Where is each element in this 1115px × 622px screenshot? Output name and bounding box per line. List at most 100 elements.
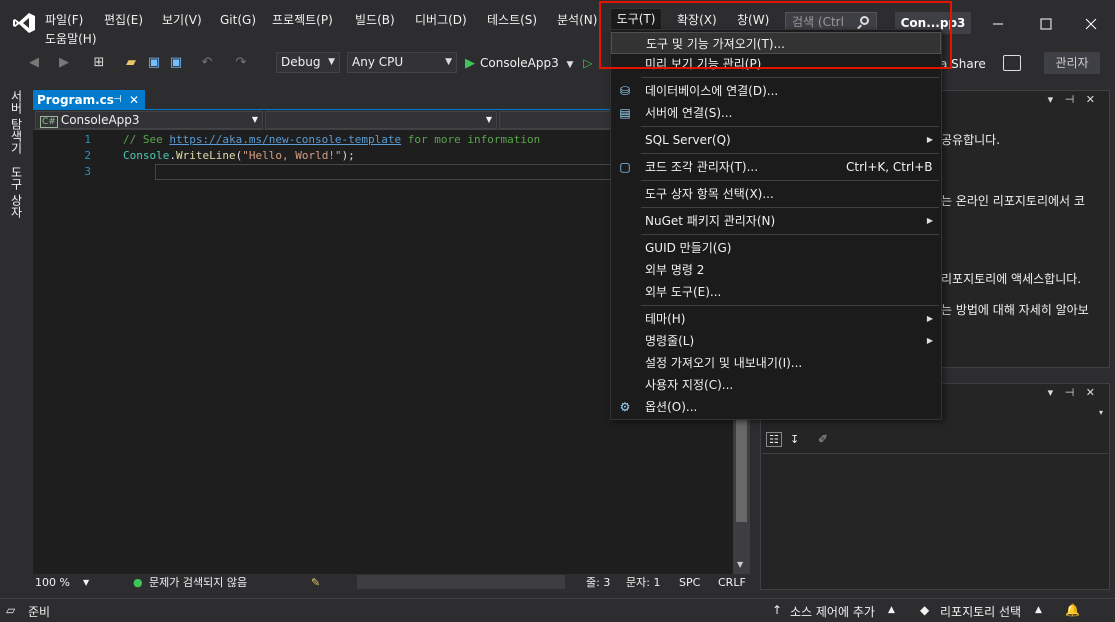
save-icon[interactable]: ▣ bbox=[145, 54, 163, 72]
menu-item-label: 옵션(O)... bbox=[645, 400, 698, 414]
menu-item[interactable]: 외부 명령 2 bbox=[611, 259, 941, 281]
tab-toolbox[interactable]: 도구 상자 bbox=[8, 166, 25, 218]
chevron-down-icon: ▼ bbox=[328, 57, 335, 67]
minimize-button[interactable] bbox=[986, 12, 1010, 36]
menu-item[interactable]: GUID 만들기(G) bbox=[611, 237, 941, 259]
menu-git[interactable]: Git(G) bbox=[220, 11, 256, 29]
zoom-level[interactable]: 100 % bbox=[35, 575, 70, 591]
status-ready-icon: ▱ bbox=[6, 603, 16, 617]
forward-icon[interactable]: ▶ bbox=[55, 54, 73, 72]
code-punct: . bbox=[169, 149, 176, 162]
play-icon: ▶ bbox=[465, 56, 475, 71]
menu-separator bbox=[641, 207, 939, 208]
menu-item-label: 외부 명령 2 bbox=[645, 263, 705, 277]
start-without-debugging-icon[interactable]: ▷ bbox=[583, 56, 592, 70]
menu-item-label: 명령줄(L) bbox=[645, 334, 695, 348]
undo-icon[interactable]: ↶ bbox=[198, 54, 216, 72]
menu-item[interactable]: ⛁ 데이터베이스에 연결(D)... bbox=[611, 80, 941, 102]
chevron-down-icon: ▼ bbox=[251, 115, 258, 124]
menu-item-label: 설정 가져오기 및 내보내기(I)... bbox=[645, 356, 803, 370]
new-project-icon[interactable]: ⊞ bbox=[90, 54, 108, 72]
menu-item-label: 테마(H) bbox=[645, 312, 686, 326]
menu-item[interactable]: NuGet 패키지 관리자(N) ▶ bbox=[611, 210, 941, 232]
menu-item[interactable]: SQL Server(Q) ▶ bbox=[611, 129, 941, 151]
panel-window-controls[interactable]: ▾ ⊣ ✕ bbox=[1048, 386, 1099, 399]
panel-text: 공유합니다. bbox=[941, 133, 1001, 147]
open-folder-icon[interactable]: ▰ bbox=[122, 54, 140, 72]
database-connect-icon: ⛁ bbox=[619, 84, 631, 98]
menu-edit[interactable]: 편집(E) bbox=[104, 11, 143, 29]
menu-item[interactable]: 사용자 지정(C)... bbox=[611, 374, 941, 396]
code-class: Console bbox=[123, 149, 170, 162]
solution-configuration-select[interactable]: Debug ▼ bbox=[276, 52, 340, 73]
scroll-down-icon[interactable]: ▼ bbox=[737, 560, 743, 569]
panel-window-controls[interactable]: ▾ ⊣ ✕ bbox=[1048, 93, 1099, 106]
menu-separator bbox=[641, 126, 939, 127]
menu-item[interactable]: 도구 상자 항목 선택(X)... bbox=[611, 183, 941, 205]
brush-icon[interactable]: ✎ bbox=[311, 575, 320, 591]
menu-item-label: GUID 만들기(G) bbox=[645, 241, 732, 255]
run-target-label: ConsoleApp3 bbox=[480, 56, 559, 70]
menu-item-label: NuGet 패키지 관리자(N) bbox=[645, 214, 776, 228]
categorized-icon[interactable]: ☷ bbox=[766, 432, 782, 447]
save-all-icon[interactable]: ▣ bbox=[167, 54, 185, 72]
whitespace-indicator[interactable]: SPC bbox=[679, 575, 700, 591]
type-navigation-select[interactable]: ▼ bbox=[265, 111, 497, 129]
tools-dropdown-menu: 도구 및 기능 가져오기(T)... 미리 보기 기능 관리(P) ⛁ 데이터베이스에… bbox=[610, 29, 942, 420]
menu-item-label: 서버에 연결(S)... bbox=[645, 106, 733, 120]
menu-project[interactable]: 프로젝트(P) bbox=[272, 11, 333, 29]
feedback-icon[interactable] bbox=[1003, 55, 1021, 71]
horizontal-scrollbar[interactable] bbox=[357, 575, 565, 589]
menu-item[interactable]: ▤ 서버에 연결(S)... bbox=[611, 102, 941, 124]
git-icon: ◆ bbox=[920, 603, 930, 617]
project-navigation-select[interactable]: C# ConsoleApp3 ▼ bbox=[35, 111, 263, 129]
platform-value: Any CPU bbox=[352, 55, 404, 69]
issues-status[interactable]: 문제가 검색되지 않음 bbox=[149, 575, 247, 591]
menu-help[interactable]: 도움말(H) bbox=[45, 30, 97, 48]
menu-item[interactable]: ▢ 코드 조각 관리자(T)... Ctrl+K, Ctrl+B bbox=[611, 156, 941, 178]
alphabetical-icon[interactable]: ↧ bbox=[790, 433, 799, 446]
menu-build[interactable]: 빌드(B) bbox=[355, 11, 395, 29]
menu-item[interactable]: 명령줄(L) ▶ bbox=[611, 330, 941, 352]
maximize-button[interactable] bbox=[1034, 12, 1058, 36]
tab-server-explorer[interactable]: 서버 탐색기 bbox=[8, 90, 25, 154]
chevron-down-icon: ▼ bbox=[83, 578, 90, 587]
menu-debug[interactable]: 디버그(D) bbox=[415, 11, 467, 29]
config-value: Debug bbox=[281, 55, 321, 69]
line-indicator: 줄: 3 bbox=[586, 576, 611, 589]
menu-file[interactable]: 파일(F) bbox=[45, 11, 83, 29]
pin-icon[interactable]: ⊣ bbox=[113, 90, 122, 110]
start-debugging-button[interactable]: ▶ ConsoleApp3 ▼ ▷ bbox=[465, 54, 593, 72]
chevron-down-icon: ▼ bbox=[445, 57, 452, 67]
menu-item[interactable]: ⚙ 옵션(O)... bbox=[611, 396, 941, 418]
redo-icon[interactable]: ↷ bbox=[232, 54, 250, 72]
project-combo-value: ConsoleApp3 bbox=[60, 113, 140, 127]
solution-platform-select[interactable]: Any CPU ▼ bbox=[347, 52, 457, 73]
line-ending-indicator[interactable]: CRLF bbox=[718, 575, 746, 591]
menu-analyze[interactable]: 분석(N) bbox=[557, 11, 597, 29]
select-repository[interactable]: 리포지토리 선택 bbox=[940, 603, 1021, 620]
menu-test[interactable]: 테스트(S) bbox=[487, 11, 537, 29]
menu-view[interactable]: 보기(V) bbox=[162, 11, 202, 29]
code-method: WriteLine bbox=[175, 149, 236, 162]
add-to-source-control[interactable]: 소스 제어에 추가 bbox=[790, 603, 875, 620]
close-button[interactable] bbox=[1079, 12, 1103, 36]
wrench-icon[interactable]: ✐ bbox=[818, 432, 828, 446]
menu-item-label: 코드 조각 관리자(T)... bbox=[645, 160, 759, 174]
back-icon[interactable]: ◀ bbox=[25, 54, 43, 72]
chevron-up-icon: ▲ bbox=[888, 605, 895, 615]
chevron-down-icon: ▼ bbox=[566, 60, 574, 70]
menu-item[interactable]: 테마(H) ▶ bbox=[611, 308, 941, 330]
menu-item[interactable]: 외부 도구(E)... bbox=[611, 281, 941, 303]
line-number: 3 bbox=[84, 165, 91, 178]
close-tab-icon[interactable]: ✕ bbox=[129, 90, 139, 110]
arrow-up-icon: ↑ bbox=[772, 603, 783, 617]
menu-separator bbox=[641, 180, 939, 181]
vertical-scroll-thumb[interactable] bbox=[736, 418, 747, 522]
tab-program-cs[interactable]: Program.cs ⊣ ✕ bbox=[33, 90, 145, 110]
notification-bell-icon[interactable]: 🔔 bbox=[1065, 603, 1080, 617]
chevron-down-icon[interactable]: ▾ bbox=[1099, 408, 1103, 417]
admin-badge: 관리자 bbox=[1044, 52, 1100, 74]
menu-item[interactable]: 설정 가져오기 및 내보내기(I)... bbox=[611, 352, 941, 374]
comment-link[interactable]: https://aka.ms/new-console-template bbox=[169, 133, 401, 146]
